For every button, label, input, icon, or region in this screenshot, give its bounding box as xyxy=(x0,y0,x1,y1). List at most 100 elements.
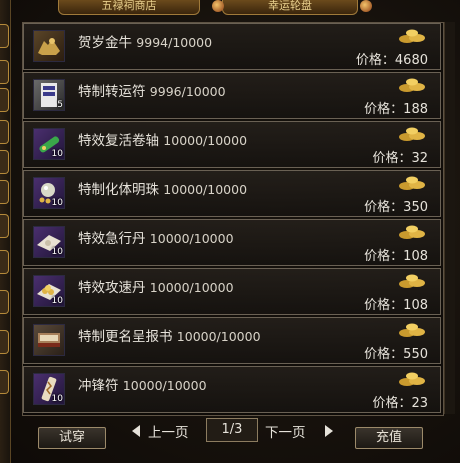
prev-arrow-icon[interactable] xyxy=(132,425,140,437)
try-on-button[interactable]: 试穿 xyxy=(38,427,106,449)
left-slot[interactable] xyxy=(0,330,9,354)
left-slot[interactable] xyxy=(0,290,9,314)
price-value: 32 xyxy=(411,151,428,166)
price-value: 108 xyxy=(403,249,428,264)
item-stock: 9996/10000 xyxy=(149,84,226,99)
left-slot[interactable] xyxy=(0,370,9,394)
left-slot[interactable] xyxy=(0,150,9,174)
shop-item-row[interactable]: 10 特效急行丹 10000/10000 价格：108 xyxy=(23,219,441,266)
revive-scroll-icon: 10 xyxy=(33,128,65,160)
item-price: 价格：108 xyxy=(364,245,428,264)
shop-item-row[interactable]: 贺岁金牛 9994/10000 价格：4680 xyxy=(23,23,441,70)
item-name: 特效急行丹 10000/10000 xyxy=(78,227,234,247)
left-slot[interactable] xyxy=(0,120,9,144)
item-qty: 10 xyxy=(51,149,63,159)
price-label: 价格： xyxy=(364,102,404,117)
item-qty: 10 xyxy=(51,296,63,306)
item-name: 特制更名呈报书 10000/10000 xyxy=(78,325,261,345)
price-label: 价格： xyxy=(364,347,404,362)
item-name: 贺岁金牛 9994/10000 xyxy=(78,31,212,51)
gold-ingot-icon xyxy=(399,274,425,288)
item-title: 特效急行丹 xyxy=(78,231,146,247)
item-qty: 10 xyxy=(51,247,63,257)
left-slot[interactable] xyxy=(0,214,9,238)
ornament-orb xyxy=(360,0,372,12)
shop-item-row[interactable]: 10 特效攻速丹 10000/10000 价格：108 xyxy=(23,268,441,315)
shop-item-list: 贺岁金牛 9994/10000 价格：4680 5 特制转运符 9996/100… xyxy=(22,22,444,416)
item-title: 特制更名呈报书 xyxy=(78,329,173,345)
item-stock: 10000/10000 xyxy=(149,280,234,295)
item-stock: 9994/10000 xyxy=(136,35,213,50)
rename-book-icon xyxy=(33,324,65,356)
page-indicator: 1/3 xyxy=(206,418,258,442)
golden-ox-icon xyxy=(33,30,65,62)
price-value: 108 xyxy=(403,298,428,313)
price-label: 价格： xyxy=(355,53,395,68)
item-price: 价格：550 xyxy=(364,343,428,362)
left-slot[interactable] xyxy=(0,88,9,112)
item-stock: 10000/10000 xyxy=(163,182,248,197)
price-value: 23 xyxy=(411,396,428,411)
item-price: 价格：188 xyxy=(364,98,428,117)
price-label: 价格： xyxy=(372,151,412,166)
item-name: 特制化体明珠 10000/10000 xyxy=(78,178,247,198)
item-price: 价格：23 xyxy=(372,392,428,411)
gold-ingot-icon xyxy=(399,29,425,43)
item-title: 特制转运符 xyxy=(78,84,146,100)
item-title: 贺岁金牛 xyxy=(78,35,132,51)
next-page-button[interactable]: 下一页 xyxy=(265,421,306,441)
shop-item-row[interactable]: 10 特制化体明珠 10000/10000 价格：350 xyxy=(23,170,441,217)
shop-item-row[interactable]: 10 冲锋符 10000/10000 价格：23 xyxy=(23,366,441,413)
tab-lucky-wheel[interactable]: 幸运轮盘 xyxy=(222,0,358,15)
price-value: 350 xyxy=(403,200,428,215)
item-name: 冲锋符 10000/10000 xyxy=(78,374,207,394)
next-arrow-icon[interactable] xyxy=(325,425,333,437)
item-name: 特效攻速丹 10000/10000 xyxy=(78,276,234,296)
price-label: 价格： xyxy=(364,249,404,264)
price-label: 价格： xyxy=(372,396,412,411)
item-title: 冲锋符 xyxy=(78,378,119,394)
ornament-orb xyxy=(212,0,224,12)
item-price: 价格：32 xyxy=(372,147,428,166)
item-title: 特制化体明珠 xyxy=(78,182,159,198)
left-slot[interactable] xyxy=(0,60,9,84)
pearl-icon: 10 xyxy=(33,177,65,209)
luck-talisman-icon: 5 xyxy=(33,79,65,111)
prev-page-button[interactable]: 上一页 xyxy=(148,421,189,441)
left-slot-column xyxy=(0,0,11,463)
price-label: 价格： xyxy=(364,298,404,313)
left-slot[interactable] xyxy=(0,250,9,274)
shop-item-row[interactable]: 5 特制转运符 9996/10000 价格：188 xyxy=(23,72,441,119)
speed-pill-icon: 10 xyxy=(33,226,65,258)
recharge-button[interactable]: 充值 xyxy=(355,427,423,449)
shop-item-row[interactable]: 10 特效复活卷轴 10000/10000 价格：32 xyxy=(23,121,441,168)
item-qty: 10 xyxy=(51,198,63,208)
item-name: 特效复活卷轴 10000/10000 xyxy=(78,129,247,149)
item-price: 价格：108 xyxy=(364,294,428,313)
item-stock: 10000/10000 xyxy=(122,378,207,393)
item-title: 特效复活卷轴 xyxy=(78,133,159,149)
item-price: 价格：350 xyxy=(364,196,428,215)
gold-ingot-icon xyxy=(399,127,425,141)
charge-talisman-icon: 10 xyxy=(33,373,65,405)
gold-ingot-icon xyxy=(399,176,425,190)
item-stock: 10000/10000 xyxy=(149,231,234,246)
item-title: 特效攻速丹 xyxy=(78,280,146,296)
tab-shop[interactable]: 五禄祠商店 xyxy=(58,0,200,15)
gold-ingot-icon xyxy=(399,78,425,92)
shop-item-row[interactable]: 特制更名呈报书 10000/10000 价格：550 xyxy=(23,317,441,364)
item-qty: 10 xyxy=(51,394,63,404)
item-stock: 10000/10000 xyxy=(163,133,248,148)
price-label: 价格： xyxy=(364,200,404,215)
gold-ingot-icon xyxy=(399,323,425,337)
item-stock: 10000/10000 xyxy=(176,329,261,344)
item-name: 特制转运符 9996/10000 xyxy=(78,80,226,100)
gold-ingot-icon xyxy=(399,225,425,239)
gold-ingot-icon xyxy=(399,372,425,386)
price-value: 550 xyxy=(403,347,428,362)
left-slot[interactable] xyxy=(0,24,9,48)
price-value: 188 xyxy=(403,102,428,117)
list-scrollbar[interactable] xyxy=(444,22,455,414)
left-slot[interactable] xyxy=(0,180,9,204)
price-value: 4680 xyxy=(394,53,428,68)
